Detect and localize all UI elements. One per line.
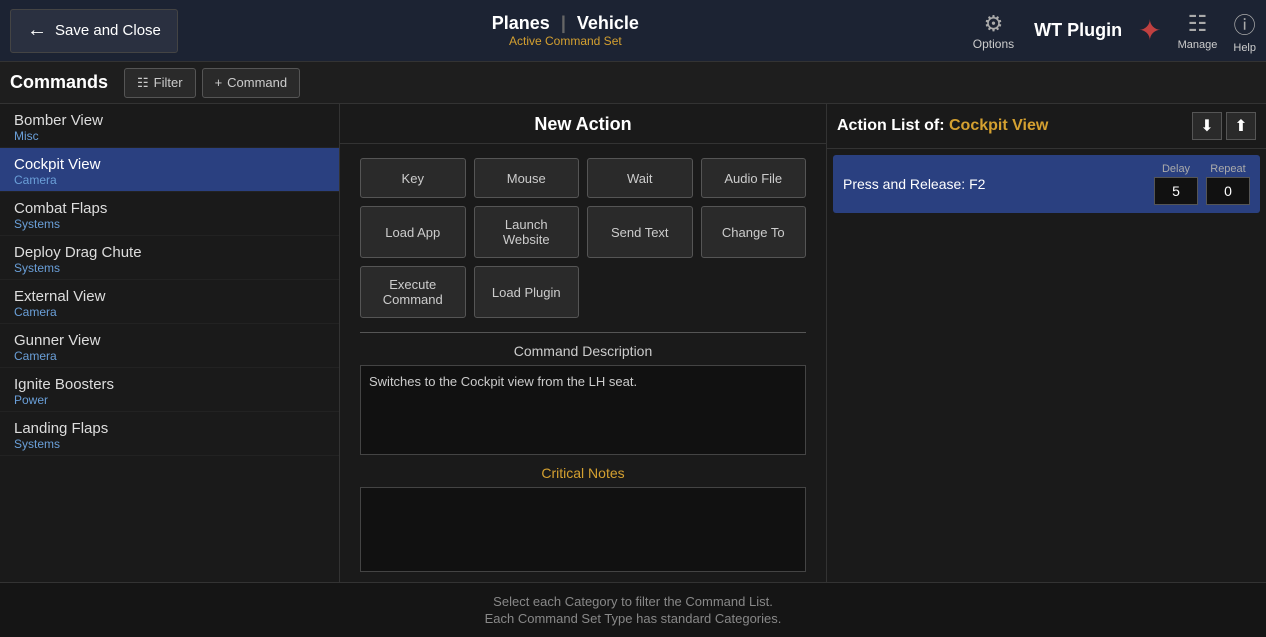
divider	[360, 332, 806, 333]
command-category: Systems	[14, 261, 325, 275]
command-description-input[interactable]	[360, 365, 806, 455]
command-description-label: Command Description	[340, 343, 826, 359]
execute-command-button[interactable]: Execute Command	[360, 266, 466, 318]
save-close-label: Save and Close	[55, 22, 161, 39]
options-button[interactable]: ⚙ Options	[973, 11, 1014, 51]
audio-file-button[interactable]: Audio File	[701, 158, 807, 198]
command-category: Misc	[14, 129, 325, 143]
critical-notes-input[interactable]	[360, 487, 806, 572]
header-title: Planes | Vehicle	[492, 13, 639, 34]
title-planes: Planes	[492, 13, 550, 33]
action-buttons-grid: Key Mouse Wait Audio File Load App Launc…	[340, 144, 826, 332]
filter-icon: ☷	[137, 75, 149, 91]
command-name: Cockpit View	[14, 156, 325, 173]
arrow-left-icon: ←	[27, 19, 47, 42]
repeat-group: Repeat	[1206, 163, 1250, 205]
command-name: Bomber View	[14, 112, 325, 129]
commands-label: Commands	[10, 72, 108, 93]
gear-icon: ⚙	[984, 11, 1004, 37]
list-item[interactable]: External View Camera	[0, 280, 339, 324]
move-up-button[interactable]: ⬆	[1226, 112, 1256, 140]
action-list-panel: Action List of: Cockpit View ⬇ ⬆ Press a…	[826, 104, 1266, 582]
title-vehicle: Vehicle	[577, 13, 639, 33]
commands-list: Bomber View Misc Cockpit View Camera Com…	[0, 104, 340, 582]
command-name: External View	[14, 288, 325, 305]
wt-logo-icon: ✦	[1138, 14, 1161, 47]
critical-notes-label: Critical Notes	[340, 465, 826, 481]
footer-line2: Each Command Set Type has standard Categ…	[485, 611, 782, 626]
mouse-button[interactable]: Mouse	[474, 158, 580, 198]
command-label: Command	[227, 75, 287, 90]
options-label: Options	[973, 37, 1014, 51]
list-item[interactable]: Landing Flaps Systems	[0, 412, 339, 456]
command-name: Gunner View	[14, 332, 325, 349]
action-row-controls: Delay Repeat	[1154, 163, 1250, 205]
command-name: Landing Flaps	[14, 420, 325, 437]
command-category: Power	[14, 393, 325, 407]
manage-label: Manage	[1178, 39, 1218, 51]
action-list-title-text: Action List of:	[837, 117, 945, 134]
list-item[interactable]: Ignite Boosters Power	[0, 368, 339, 412]
action-row[interactable]: Press and Release: F2 Delay Repeat	[833, 155, 1260, 213]
load-app-button[interactable]: Load App	[360, 206, 466, 258]
command-category: Systems	[14, 437, 325, 451]
delay-label: Delay	[1162, 163, 1190, 175]
filter-label: Filter	[154, 75, 183, 90]
change-to-button[interactable]: Change To	[701, 206, 807, 258]
new-action-title: New Action	[340, 104, 826, 144]
load-plugin-button[interactable]: Load Plugin	[474, 266, 580, 318]
list-item[interactable]: Gunner View Camera	[0, 324, 339, 368]
action-list-command-name: Cockpit View	[949, 117, 1048, 134]
command-category: Camera	[14, 349, 325, 363]
help-label: Help	[1233, 42, 1256, 54]
footer-line1: Select each Category to filter the Comma…	[493, 594, 773, 609]
launch-website-button[interactable]: Launch Website	[474, 206, 580, 258]
wt-plugin-label: WT Plugin	[1034, 20, 1122, 41]
new-action-panel: New Action Key Mouse Wait Audio File Loa…	[340, 104, 826, 582]
header-center: Planes | Vehicle Active Command Set	[178, 13, 953, 48]
add-command-button[interactable]: + Command	[202, 68, 301, 98]
command-category: Camera	[14, 173, 325, 187]
main-area: Bomber View Misc Cockpit View Camera Com…	[0, 104, 1266, 582]
command-name: Deploy Drag Chute	[14, 244, 325, 261]
send-text-button[interactable]: Send Text	[587, 206, 693, 258]
toolbar: Commands ☷ Filter + Command	[0, 62, 1266, 104]
action-row-text: Press and Release: F2	[843, 176, 1154, 192]
key-button[interactable]: Key	[360, 158, 466, 198]
list-item[interactable]: Deploy Drag Chute Systems	[0, 236, 339, 280]
action-list-header: Action List of: Cockpit View ⬇ ⬆	[827, 104, 1266, 149]
footer: Select each Category to filter the Comma…	[0, 582, 1266, 637]
command-name: Ignite Boosters	[14, 376, 325, 393]
repeat-label: Repeat	[1210, 163, 1245, 175]
help-icon: ⓘ	[1234, 8, 1256, 40]
active-command-set: Active Command Set	[509, 34, 622, 48]
header: ← Save and Close Planes | Vehicle Active…	[0, 0, 1266, 62]
header-right: WT Plugin ✦ ☷ Manage ⓘ Help	[1034, 8, 1256, 54]
command-category: Systems	[14, 217, 325, 231]
command-category: Camera	[14, 305, 325, 319]
list-item[interactable]: Combat Flaps Systems	[0, 192, 339, 236]
list-item[interactable]: Cockpit View Camera	[0, 148, 339, 192]
repeat-input[interactable]	[1206, 177, 1250, 205]
action-list-title: Action List of: Cockpit View	[837, 117, 1188, 135]
help-button[interactable]: ⓘ Help	[1233, 8, 1256, 54]
delay-group: Delay	[1154, 163, 1198, 205]
command-name: Combat Flaps	[14, 200, 325, 217]
manage-icon: ☷	[1188, 11, 1208, 37]
wait-button[interactable]: Wait	[587, 158, 693, 198]
title-separator: |	[561, 13, 566, 33]
list-item[interactable]: Bomber View Misc	[0, 104, 339, 148]
move-down-button[interactable]: ⬇	[1192, 112, 1222, 140]
delay-input[interactable]	[1154, 177, 1198, 205]
save-close-button[interactable]: ← Save and Close	[10, 9, 178, 53]
filter-button[interactable]: ☷ Filter	[124, 68, 196, 98]
manage-button[interactable]: ☷ Manage	[1178, 11, 1218, 51]
plus-icon: +	[215, 75, 223, 90]
